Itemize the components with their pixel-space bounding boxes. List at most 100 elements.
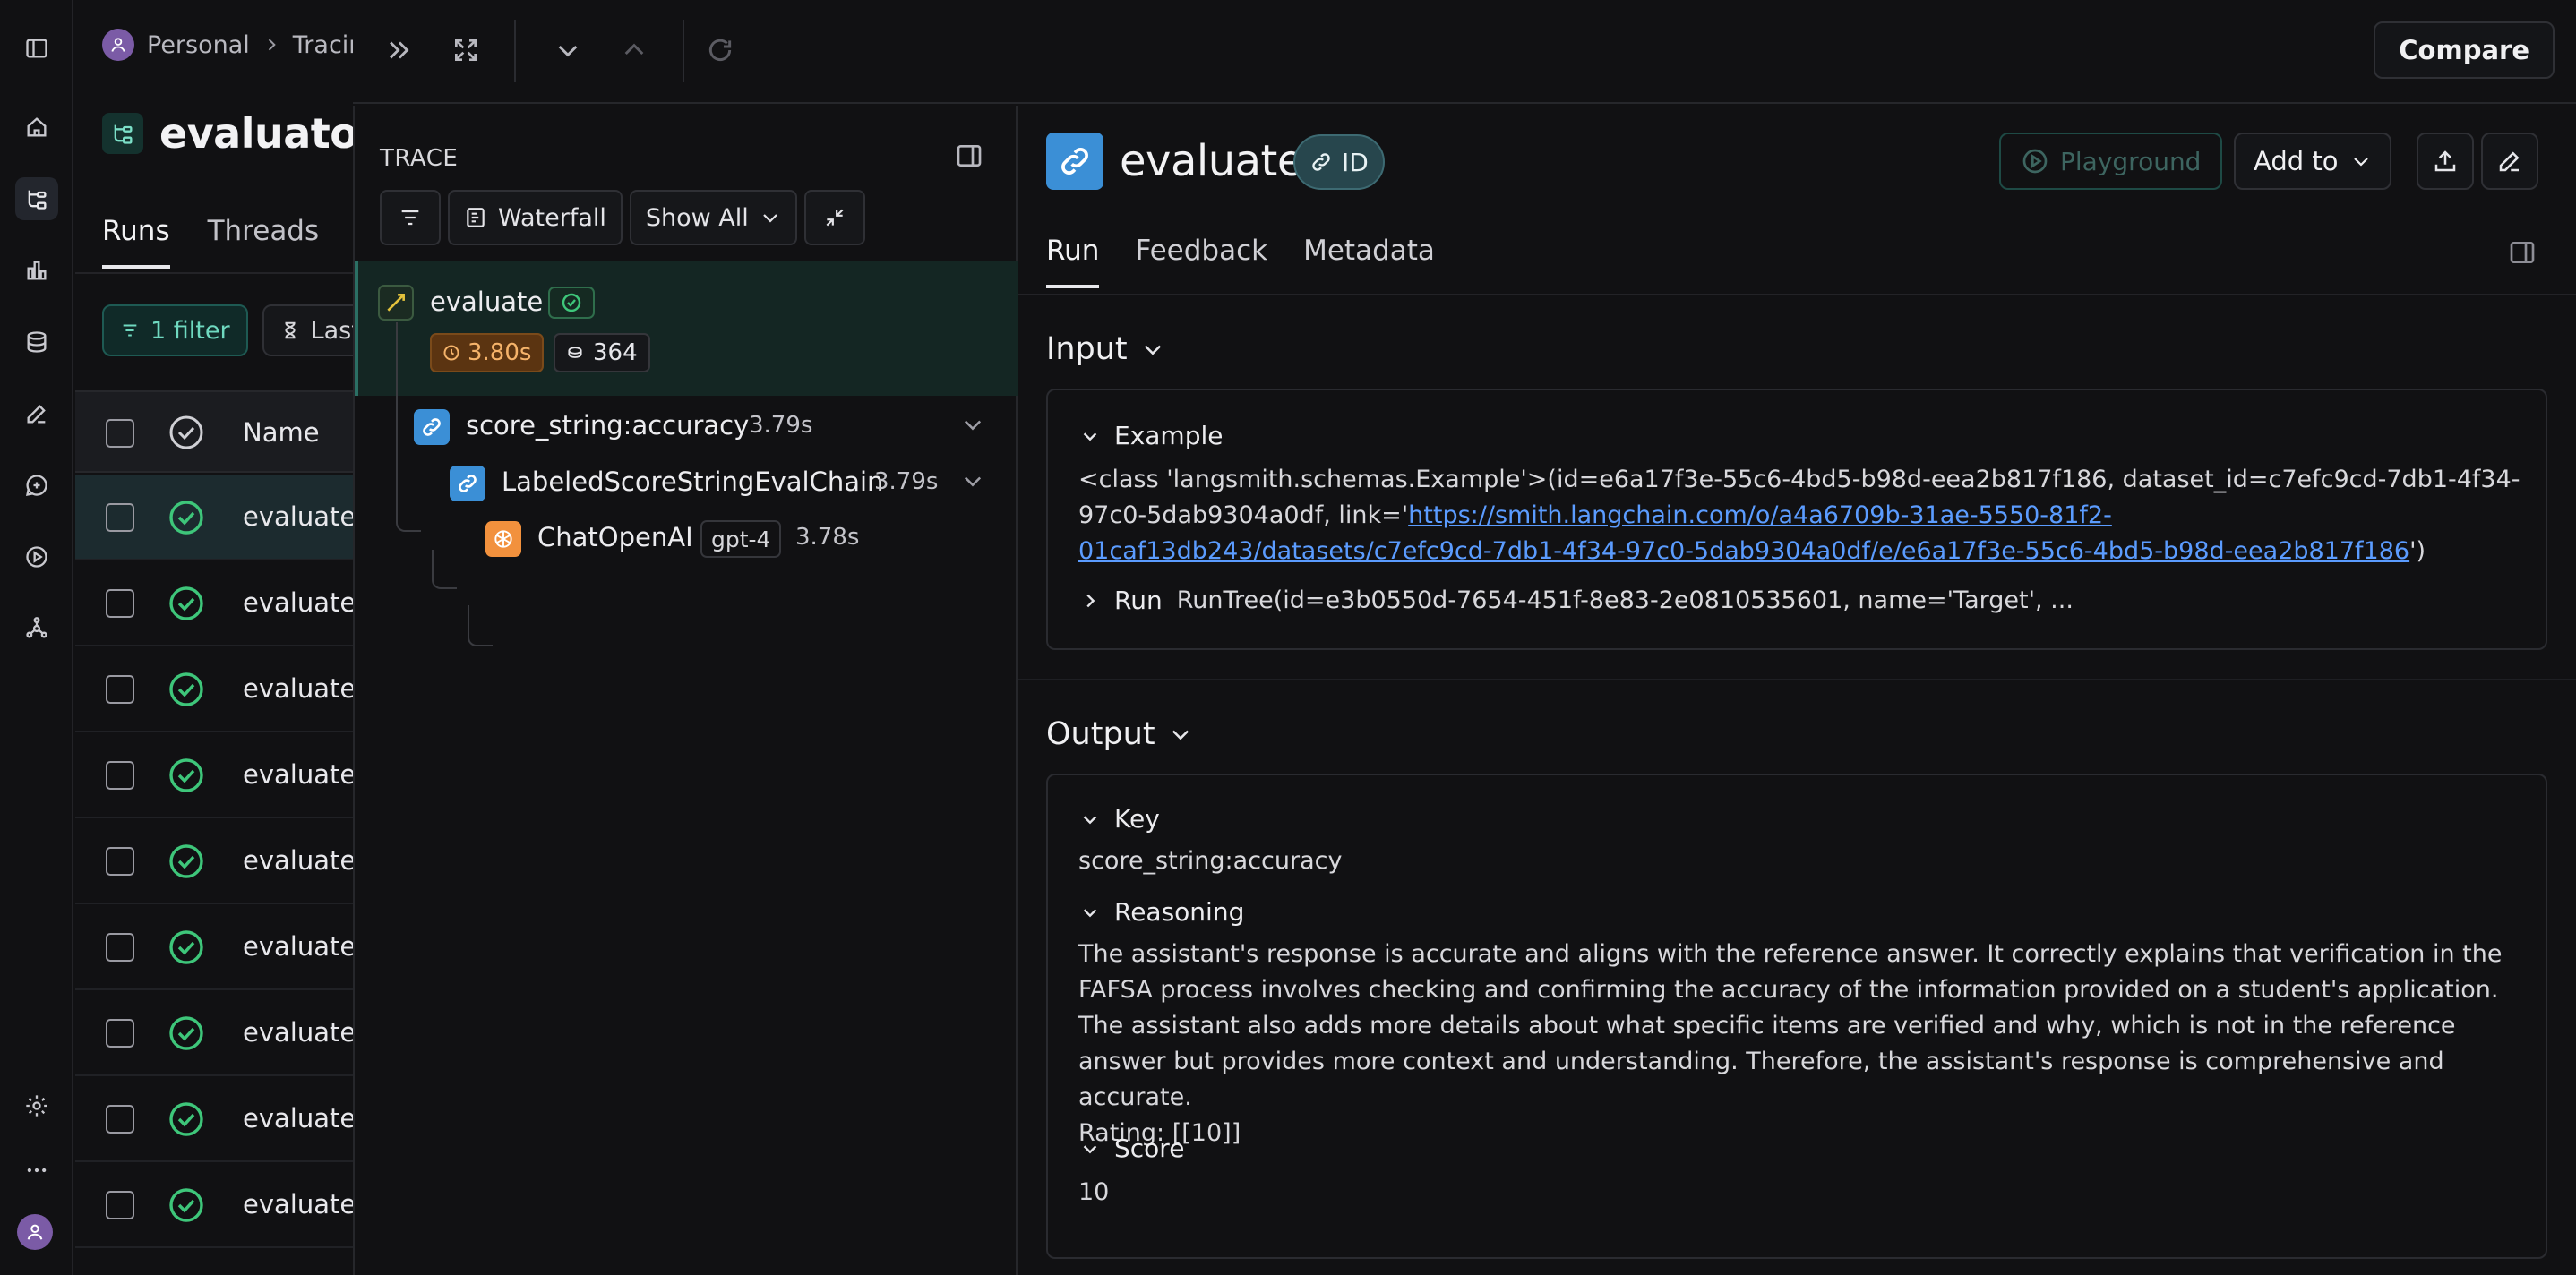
table-row[interactable]: evaluate: [75, 1162, 353, 1248]
link-icon: [1312, 153, 1330, 171]
playground-label: Playground: [2060, 146, 2202, 176]
run-label: Run: [1114, 586, 1163, 615]
row-checkbox[interactable]: [106, 1191, 134, 1219]
previous-run-chevron-up-icon[interactable]: [611, 27, 657, 73]
example-toggle[interactable]: Example: [1080, 421, 1223, 450]
score-toggle[interactable]: Score: [1080, 1134, 1184, 1163]
copy-id-button[interactable]: ID: [1293, 134, 1385, 190]
trace-node-name[interactable]: score_string:accuracy: [466, 410, 749, 441]
reasoning-label: Reasoning: [1114, 897, 1245, 927]
breadcrumb-section[interactable]: Tracing: [293, 31, 353, 59]
row-checkbox[interactable]: [106, 675, 134, 704]
table-row[interactable]: evaluate: [75, 646, 353, 732]
tracing-project-icon: [102, 113, 143, 154]
name-column-header[interactable]: Name: [243, 417, 320, 448]
breadcrumb-workspace[interactable]: Personal: [147, 31, 250, 59]
minimize-icon: [826, 209, 844, 227]
next-run-chevron-down-icon[interactable]: [545, 27, 591, 73]
runs-list-panel: Personal Tracing evaluators Runs Threads…: [75, 0, 353, 1275]
share-button[interactable]: [2417, 133, 2474, 190]
row-checkbox[interactable]: [106, 589, 134, 618]
chevron-down-icon: [1172, 730, 1189, 740]
tabs-divider: [75, 272, 353, 274]
annotation-icon[interactable]: [15, 392, 58, 435]
score-value: 10: [1078, 1178, 1110, 1206]
side-panel-toggle-icon[interactable]: [2508, 238, 2538, 269]
run-value: RunTree(id=e3b0550d-7654-451f-8e83-2e081…: [1176, 586, 2074, 614]
trace-node-name[interactable]: ChatOpenAI: [537, 522, 693, 552]
run-title: evaluate: [1120, 136, 1303, 186]
table-row[interactable]: evaluate: [75, 732, 353, 818]
key-toggle[interactable]: Key: [1080, 804, 1160, 834]
filter-button[interactable]: 1 filter: [102, 304, 248, 356]
trace-node-time: 3.79s: [874, 468, 939, 495]
latency-value: 3.80s: [468, 339, 532, 366]
row-checkbox[interactable]: [106, 503, 134, 532]
input-heading: Input: [1046, 331, 1128, 367]
row-checkbox[interactable]: [106, 933, 134, 962]
row-checkbox[interactable]: [106, 847, 134, 876]
trace-node-name[interactable]: evaluate: [430, 287, 543, 317]
chevron-right-icon: [262, 36, 280, 54]
edit-button[interactable]: [2481, 133, 2538, 190]
expand-fullscreen-icon[interactable]: [442, 27, 489, 73]
settings-icon[interactable]: [15, 1084, 58, 1127]
table-row[interactable]: evaluate: [75, 560, 353, 646]
example-label: Example: [1114, 421, 1224, 450]
output-section-toggle[interactable]: Output: [1046, 716, 1193, 752]
collapse-all-button[interactable]: [803, 190, 865, 245]
tab-threads[interactable]: Threads: [208, 215, 320, 269]
upload-icon: [2434, 150, 2456, 172]
reasoning-toggle[interactable]: Reasoning: [1080, 897, 1244, 927]
add-to-dropdown[interactable]: Add to: [2234, 133, 2392, 190]
time-range-button[interactable]: Last: [262, 304, 353, 356]
run-name: evaluate: [243, 931, 353, 962]
tab-feedback[interactable]: Feedback: [1135, 235, 1267, 288]
trace-node-name[interactable]: LabeledScoreStringEvalChain: [502, 466, 883, 497]
show-all-dropdown[interactable]: Show All: [629, 190, 797, 245]
key-value: score_string:accuracy: [1078, 847, 1343, 875]
tokens-coin-icon: [568, 347, 582, 358]
input-section-toggle[interactable]: Input: [1046, 331, 1165, 367]
chevron-down-icon: [2354, 158, 2369, 167]
expand-chevron-down-icon[interactable]: [960, 468, 985, 493]
tab-metadata[interactable]: Metadata: [1303, 235, 1435, 288]
refresh-icon[interactable]: [697, 27, 743, 73]
monitoring-icon[interactable]: [15, 249, 58, 292]
table-row[interactable]: evaluate: [75, 904, 353, 990]
table-row[interactable]: evaluate: [75, 990, 353, 1076]
tracing-icon[interactable]: [15, 177, 58, 220]
tab-run[interactable]: Run: [1046, 235, 1100, 288]
collapse-panel-icon[interactable]: [955, 141, 983, 170]
home-icon[interactable]: [15, 106, 58, 149]
prompts-icon[interactable]: [15, 464, 58, 507]
playground-icon[interactable]: [15, 535, 58, 578]
project-title: evaluators: [159, 109, 353, 158]
row-checkbox[interactable]: [106, 761, 134, 790]
expand-chevron-down-icon[interactable]: [960, 412, 985, 437]
row-checkbox[interactable]: [106, 1105, 134, 1134]
more-icon[interactable]: [15, 1149, 58, 1192]
row-checkbox[interactable]: [106, 1019, 134, 1048]
toggle-sidebar-icon[interactable]: [15, 27, 58, 70]
table-row[interactable]: evaluate: [75, 1076, 353, 1162]
run-toggle[interactable]: Run RunTree(id=e3b0550d-7654-451f-8e83-2…: [1080, 586, 2074, 615]
tab-runs[interactable]: Runs: [102, 215, 170, 269]
success-status-icon: [167, 1186, 205, 1224]
run-name: evaluate: [243, 587, 353, 618]
datasets-icon[interactable]: [15, 321, 58, 364]
table-row[interactable]: evaluate: [75, 818, 353, 904]
trace-filter-button[interactable]: [380, 190, 441, 245]
playground-button[interactable]: Playground: [1999, 133, 2223, 190]
token-count-badge: 364: [554, 333, 650, 372]
trace-node-selected[interactable]: [355, 261, 1018, 396]
score-label: Score: [1114, 1134, 1185, 1163]
deployments-icon[interactable]: [15, 607, 58, 650]
waterfall-button[interactable]: Waterfall: [448, 190, 623, 245]
output-heading: Output: [1046, 716, 1155, 752]
select-all-checkbox[interactable]: [106, 419, 134, 448]
close-panel-icon[interactable]: [376, 27, 423, 73]
table-row[interactable]: evaluate: [75, 475, 353, 560]
user-avatar-icon[interactable]: [17, 1214, 53, 1250]
compare-button[interactable]: Compare: [2374, 21, 2555, 79]
